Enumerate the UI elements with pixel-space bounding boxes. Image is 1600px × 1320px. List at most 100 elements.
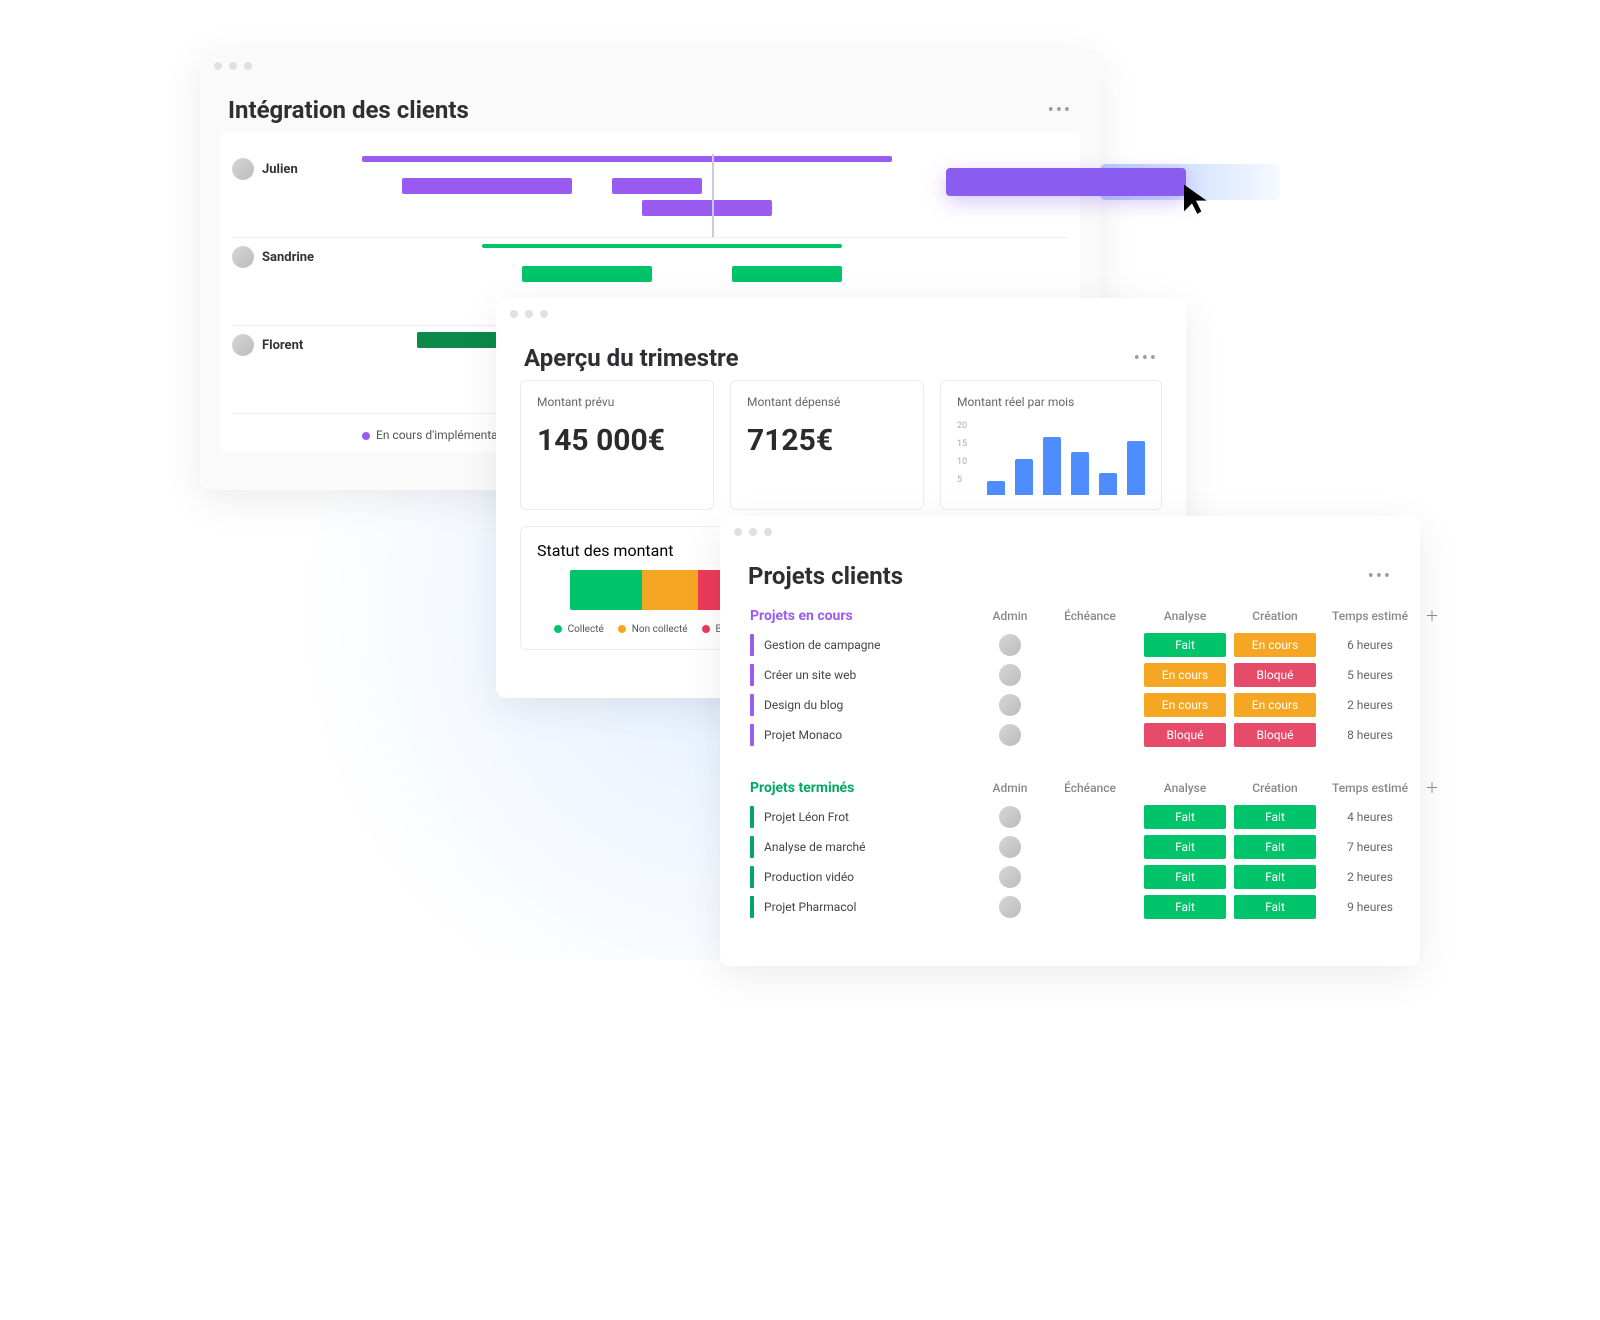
- window-projects: Projets clients ••• Projets en coursAdmi…: [720, 516, 1420, 966]
- avatar: [999, 724, 1021, 746]
- table-row[interactable]: Production vidéoFaitFait2 heures: [720, 862, 1420, 892]
- legend-item: Collecté: [554, 624, 604, 635]
- col-header: Création: [1230, 781, 1320, 795]
- cursor-icon: [1180, 182, 1212, 214]
- card-montant-depense: Montant dépensé 7125€: [730, 380, 924, 510]
- analyse-cell[interactable]: Fait: [1140, 895, 1230, 919]
- creation-cell[interactable]: En cours: [1230, 633, 1320, 657]
- window-controls[interactable]: [720, 516, 1420, 548]
- gantt-bar[interactable]: [612, 178, 702, 194]
- creation-cell[interactable]: Fait: [1230, 805, 1320, 829]
- table-row[interactable]: Projet PharmacolFaitFait9 heures: [720, 892, 1420, 922]
- avatar: [999, 664, 1021, 686]
- analyse-cell[interactable]: Fait: [1140, 835, 1230, 859]
- project-name: Analyse de marché: [750, 832, 980, 862]
- chart-bar: [987, 481, 1005, 495]
- more-icon[interactable]: •••: [1368, 566, 1392, 587]
- analyse-cell[interactable]: Fait: [1140, 805, 1230, 829]
- more-icon[interactable]: •••: [1048, 100, 1072, 121]
- table-row[interactable]: Analyse de marchéFaitFait7 heures: [720, 832, 1420, 862]
- add-column-icon[interactable]: ＋: [1420, 606, 1444, 626]
- person-name: Julien: [262, 162, 298, 177]
- floating-task-bar[interactable]: [946, 168, 1186, 196]
- stacked-bar: [570, 570, 730, 610]
- table-row[interactable]: Projet Léon FrotFaitFait4 heures: [720, 802, 1420, 832]
- legend-item: Non collecté: [618, 624, 688, 635]
- card-label: Montant dépensé: [747, 395, 907, 409]
- legend-item: En cours d'implémentation: [362, 428, 518, 442]
- project-name: Projet Monaco: [750, 720, 980, 750]
- overview-title: Aperçu du trimestre: [524, 344, 739, 372]
- more-icon[interactable]: •••: [1134, 348, 1158, 369]
- window-controls[interactable]: [200, 50, 1100, 82]
- chart-bar: [1127, 441, 1145, 495]
- table-row[interactable]: Design du blogEn coursEn cours2 heures: [720, 690, 1420, 720]
- table-row[interactable]: Créer un site web En coursBloqué5 heures: [720, 660, 1420, 690]
- card-label: Montant réel par mois: [957, 395, 1145, 409]
- col-header: Temps estimé: [1320, 609, 1420, 623]
- card-montant-prevu: Montant prévu 145 000€: [520, 380, 714, 510]
- gantt-bar[interactable]: [522, 266, 652, 282]
- avatar: [999, 836, 1021, 858]
- col-header: Analyse: [1140, 609, 1230, 623]
- creation-cell[interactable]: Bloqué: [1230, 663, 1320, 687]
- project-name: Gestion de campagne: [750, 630, 980, 660]
- bar-chart: [957, 423, 1145, 495]
- creation-cell[interactable]: En cours: [1230, 693, 1320, 717]
- chart-bar: [1015, 459, 1033, 495]
- gantt-bar[interactable]: [642, 200, 772, 216]
- avatar: [999, 866, 1021, 888]
- avatar: [232, 158, 254, 180]
- time-cell: 7 heures: [1320, 840, 1420, 854]
- time-cell: 8 heures: [1320, 728, 1420, 742]
- project-name: Production vidéo: [750, 862, 980, 892]
- today-line: [712, 154, 714, 237]
- window-controls[interactable]: [496, 298, 1186, 330]
- add-column-icon[interactable]: ＋: [1420, 778, 1444, 798]
- gantt-bar[interactable]: [732, 266, 842, 282]
- analyse-cell[interactable]: Bloqué: [1140, 723, 1230, 747]
- analyse-cell[interactable]: Fait: [1140, 865, 1230, 889]
- status-segment: [642, 570, 698, 610]
- admin-cell: [980, 896, 1040, 918]
- admin-cell: [980, 806, 1040, 828]
- col-header: Création: [1230, 609, 1320, 623]
- table-row[interactable]: Projet MonacoBloquéBloqué8 heures: [720, 720, 1420, 750]
- project-name: Projet Léon Frot: [750, 802, 980, 832]
- gantt-person-label: Florent: [232, 330, 362, 356]
- legend-dot-icon: [362, 432, 370, 440]
- project-name: Créer un site web: [750, 660, 980, 690]
- gantt-bar[interactable]: [362, 156, 892, 162]
- col-header: Échéance: [1040, 781, 1140, 795]
- creation-cell[interactable]: Fait: [1230, 835, 1320, 859]
- creation-cell[interactable]: Bloqué: [1230, 723, 1320, 747]
- admin-cell: [980, 724, 1040, 746]
- creation-cell[interactable]: Fait: [1230, 865, 1320, 889]
- gantt-row: Julien: [232, 150, 1068, 238]
- avatar: [232, 334, 254, 356]
- card-value: 7125€: [747, 423, 907, 458]
- analyse-cell[interactable]: En cours: [1140, 693, 1230, 717]
- card-montant-reel: Montant réel par mois 2015105: [940, 380, 1162, 510]
- avatar: [999, 806, 1021, 828]
- admin-cell: [980, 634, 1040, 656]
- analyse-cell[interactable]: Fait: [1140, 633, 1230, 657]
- avatar: [999, 896, 1021, 918]
- project-name: Projet Pharmacol: [750, 892, 980, 922]
- gantt-person-label: Julien: [232, 154, 362, 180]
- gantt-bar[interactable]: [482, 244, 842, 248]
- table-row[interactable]: Gestion de campagneFaitEn cours6 heures: [720, 630, 1420, 660]
- projects-title: Projets clients: [748, 562, 903, 590]
- chart-yticks: 2015105: [957, 417, 967, 489]
- analyse-cell[interactable]: En cours: [1140, 663, 1230, 687]
- person-name: Sandrine: [262, 250, 314, 265]
- admin-cell: [980, 694, 1040, 716]
- col-header: Admin: [980, 609, 1040, 623]
- legend-dot-icon: [554, 625, 562, 633]
- gantt-bar[interactable]: [402, 178, 572, 194]
- time-cell: 5 heures: [1320, 668, 1420, 682]
- col-header: Temps estimé: [1320, 781, 1420, 795]
- creation-cell[interactable]: Fait: [1230, 895, 1320, 919]
- person-name: Florent: [262, 338, 303, 353]
- time-cell: 2 heures: [1320, 870, 1420, 884]
